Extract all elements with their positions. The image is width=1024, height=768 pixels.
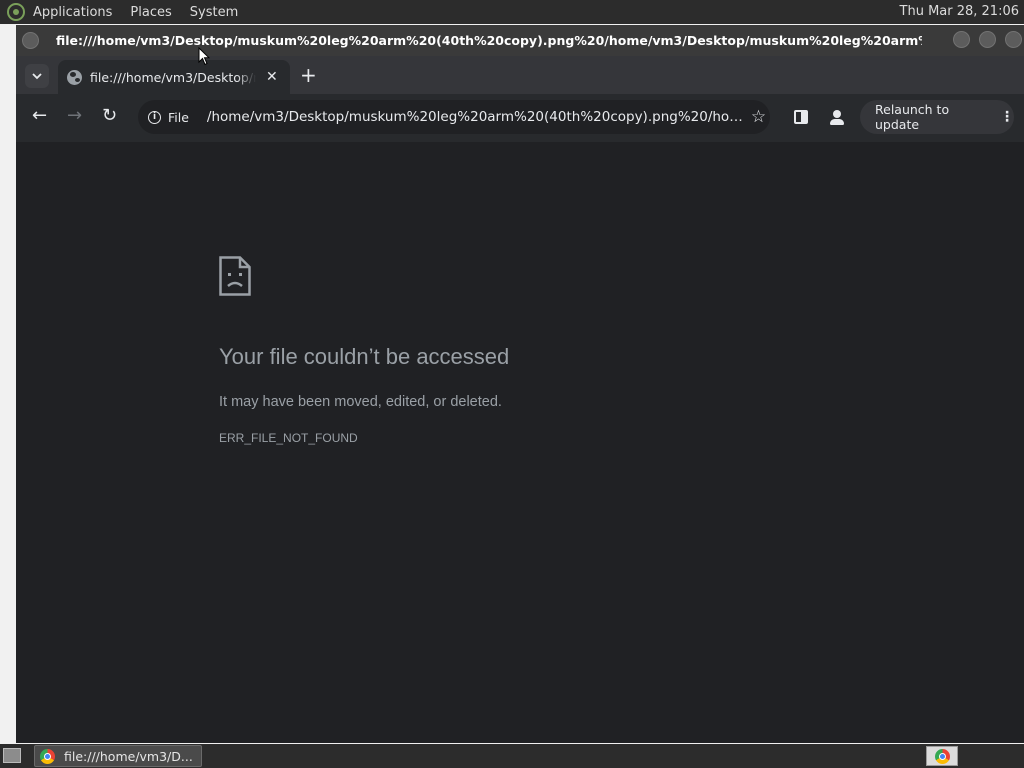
tab-active[interactable]: file:///home/vm3/Desktop/muskum%20leg%20…	[58, 60, 290, 94]
maximize-button[interactable]	[979, 31, 996, 48]
chrome-icon	[934, 748, 950, 764]
profile-icon[interactable]	[828, 108, 846, 126]
reload-icon[interactable]: ↻	[102, 106, 117, 126]
tray-chrome-button[interactable]	[926, 746, 958, 766]
menu-logo-icon[interactable]	[7, 3, 25, 21]
window-title: file:///home/vm3/Desktop/muskum%20leg%20…	[56, 33, 922, 48]
relaunch-button[interactable]: Relaunch to update ⋮	[860, 100, 1014, 134]
error-code: ERR_FILE_NOT_FOUND	[219, 431, 358, 445]
system-menu[interactable]: System	[190, 5, 238, 20]
top-panel: Applications Places System Thu Mar 28, 2…	[0, 0, 1024, 24]
relaunch-label: Relaunch to update	[875, 102, 950, 132]
places-menu[interactable]: Places	[130, 5, 171, 20]
window-menu-button[interactable]	[22, 32, 39, 49]
info-icon: i	[148, 110, 161, 124]
forward-icon[interactable]: →	[67, 106, 82, 126]
sad-file-icon	[219, 256, 251, 296]
clock[interactable]: Thu Mar 28, 21:06	[900, 4, 1019, 19]
error-description: It may have been moved, edited, or delet…	[219, 394, 502, 410]
error-title: Your file couldn’t be accessed	[219, 344, 510, 369]
window-titlebar[interactable]: file:///home/vm3/Desktop/muskum%20leg%20…	[16, 25, 1024, 56]
browser-window: file:///home/vm3/Desktop/muskum%20leg%20…	[16, 25, 1024, 743]
site-chip-label: File	[168, 109, 189, 125]
toolbar: ← → ↻ i File /home/vm3/Desktop/muskum%20…	[16, 94, 1024, 142]
tab-dropdown-icon	[32, 72, 42, 79]
plus-icon[interactable]: +	[300, 64, 317, 86]
minimize-button[interactable]	[953, 31, 970, 48]
close-icon[interactable]: ✕	[266, 69, 278, 85]
star-icon[interactable]: ☆	[751, 107, 766, 127]
bottom-panel: file:///home/vm3/D...	[0, 744, 1024, 768]
tab-search-button[interactable]	[25, 64, 49, 88]
taskbar-window-button[interactable]: file:///home/vm3/D...	[34, 745, 202, 767]
mouse-cursor-icon	[198, 47, 210, 66]
globe-icon	[67, 69, 82, 85]
url-text[interactable]: /home/vm3/Desktop/muskum%20leg%20arm%20(…	[207, 109, 743, 125]
applications-menu[interactable]: Applications	[33, 5, 112, 20]
show-desktop-icon[interactable]	[3, 748, 21, 763]
chrome-icon	[40, 748, 55, 764]
kebab-icon[interactable]: ⋮	[1000, 109, 1014, 125]
back-icon[interactable]: ←	[32, 106, 47, 126]
close-window-button[interactable]	[1005, 31, 1022, 48]
tab-strip: file:///home/vm3/Desktop/muskum%20leg%20…	[16, 56, 1024, 94]
side-panel-icon[interactable]	[794, 110, 808, 124]
taskbar-window-label: file:///home/vm3/D...	[64, 748, 193, 764]
address-bar[interactable]: i File /home/vm3/Desktop/muskum%20leg%20…	[138, 100, 770, 134]
error-page: Your file couldn’t be accessed It may ha…	[16, 142, 1024, 743]
site-info-chip[interactable]: i File	[148, 104, 197, 130]
tab-title: file:///home/vm3/Desktop/muskum%20leg%20…	[90, 69, 256, 85]
window-controls	[953, 31, 1022, 48]
